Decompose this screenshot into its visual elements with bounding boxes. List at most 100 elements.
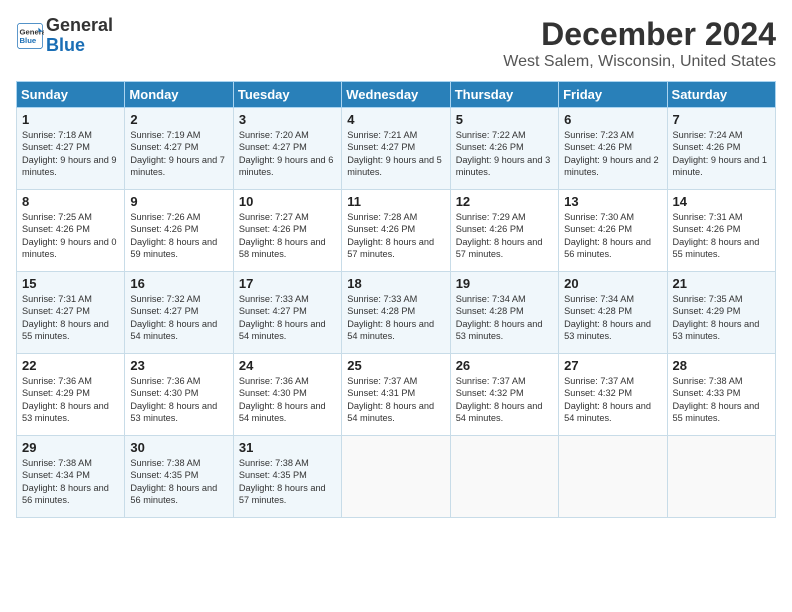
logo: General Blue General Blue bbox=[16, 16, 113, 56]
calendar-cell: 12 Sunrise: 7:29 AMSunset: 4:26 PMDaylig… bbox=[450, 190, 558, 272]
day-number: 2 bbox=[130, 112, 228, 127]
calendar-cell: 13 Sunrise: 7:30 AMSunset: 4:26 PMDaylig… bbox=[559, 190, 667, 272]
day-number: 23 bbox=[130, 358, 228, 373]
calendar-cell: 4 Sunrise: 7:21 AMSunset: 4:27 PMDayligh… bbox=[342, 108, 450, 190]
calendar-cell: 20 Sunrise: 7:34 AMSunset: 4:28 PMDaylig… bbox=[559, 272, 667, 354]
svg-text:General: General bbox=[20, 27, 45, 36]
calendar-body: 1 Sunrise: 7:18 AMSunset: 4:27 PMDayligh… bbox=[17, 108, 776, 518]
day-detail: Sunrise: 7:36 AMSunset: 4:30 PMDaylight:… bbox=[239, 375, 337, 425]
day-number: 26 bbox=[456, 358, 554, 373]
calendar-table: SundayMondayTuesdayWednesdayThursdayFrid… bbox=[16, 81, 776, 518]
day-header-monday: Monday bbox=[125, 82, 233, 108]
day-number: 4 bbox=[347, 112, 445, 127]
day-number: 7 bbox=[673, 112, 771, 127]
calendar-page: General Blue General Blue December 2024 … bbox=[0, 0, 792, 612]
day-detail: Sunrise: 7:25 AMSunset: 4:26 PMDaylight:… bbox=[22, 211, 120, 261]
day-number: 27 bbox=[564, 358, 662, 373]
day-number: 22 bbox=[22, 358, 120, 373]
calendar-cell: 3 Sunrise: 7:20 AMSunset: 4:27 PMDayligh… bbox=[233, 108, 341, 190]
calendar-cell: 15 Sunrise: 7:31 AMSunset: 4:27 PMDaylig… bbox=[17, 272, 125, 354]
day-number: 8 bbox=[22, 194, 120, 209]
calendar-cell: 17 Sunrise: 7:33 AMSunset: 4:27 PMDaylig… bbox=[233, 272, 341, 354]
day-detail: Sunrise: 7:26 AMSunset: 4:26 PMDaylight:… bbox=[130, 211, 228, 261]
day-detail: Sunrise: 7:18 AMSunset: 4:27 PMDaylight:… bbox=[22, 129, 120, 179]
calendar-cell: 1 Sunrise: 7:18 AMSunset: 4:27 PMDayligh… bbox=[17, 108, 125, 190]
title-block: December 2024 West Salem, Wisconsin, Uni… bbox=[503, 16, 776, 71]
day-detail: Sunrise: 7:34 AMSunset: 4:28 PMDaylight:… bbox=[456, 293, 554, 343]
day-detail: Sunrise: 7:38 AMSunset: 4:34 PMDaylight:… bbox=[22, 457, 120, 507]
calendar-cell: 8 Sunrise: 7:25 AMSunset: 4:26 PMDayligh… bbox=[17, 190, 125, 272]
calendar-cell: 2 Sunrise: 7:19 AMSunset: 4:27 PMDayligh… bbox=[125, 108, 233, 190]
day-detail: Sunrise: 7:20 AMSunset: 4:27 PMDaylight:… bbox=[239, 129, 337, 179]
day-detail: Sunrise: 7:22 AMSunset: 4:26 PMDaylight:… bbox=[456, 129, 554, 179]
day-number: 30 bbox=[130, 440, 228, 455]
calendar-cell: 31 Sunrise: 7:38 AMSunset: 4:35 PMDaylig… bbox=[233, 436, 341, 518]
day-number: 9 bbox=[130, 194, 228, 209]
day-number: 6 bbox=[564, 112, 662, 127]
day-detail: Sunrise: 7:24 AMSunset: 4:26 PMDaylight:… bbox=[673, 129, 771, 179]
month-title: December 2024 bbox=[503, 16, 776, 53]
week-row-4: 22 Sunrise: 7:36 AMSunset: 4:29 PMDaylig… bbox=[17, 354, 776, 436]
day-number: 3 bbox=[239, 112, 337, 127]
week-row-1: 1 Sunrise: 7:18 AMSunset: 4:27 PMDayligh… bbox=[17, 108, 776, 190]
svg-text:Blue: Blue bbox=[20, 36, 37, 45]
calendar-cell: 24 Sunrise: 7:36 AMSunset: 4:30 PMDaylig… bbox=[233, 354, 341, 436]
logo-icon: General Blue bbox=[16, 22, 44, 50]
week-row-2: 8 Sunrise: 7:25 AMSunset: 4:26 PMDayligh… bbox=[17, 190, 776, 272]
location: West Salem, Wisconsin, United States bbox=[503, 53, 776, 71]
day-detail: Sunrise: 7:31 AMSunset: 4:27 PMDaylight:… bbox=[22, 293, 120, 343]
calendar-cell: 19 Sunrise: 7:34 AMSunset: 4:28 PMDaylig… bbox=[450, 272, 558, 354]
day-detail: Sunrise: 7:31 AMSunset: 4:26 PMDaylight:… bbox=[673, 211, 771, 261]
day-detail: Sunrise: 7:38 AMSunset: 4:35 PMDaylight:… bbox=[130, 457, 228, 507]
calendar-cell: 6 Sunrise: 7:23 AMSunset: 4:26 PMDayligh… bbox=[559, 108, 667, 190]
day-detail: Sunrise: 7:34 AMSunset: 4:28 PMDaylight:… bbox=[564, 293, 662, 343]
calendar-cell: 29 Sunrise: 7:38 AMSunset: 4:34 PMDaylig… bbox=[17, 436, 125, 518]
calendar-cell: 25 Sunrise: 7:37 AMSunset: 4:31 PMDaylig… bbox=[342, 354, 450, 436]
day-detail: Sunrise: 7:37 AMSunset: 4:32 PMDaylight:… bbox=[564, 375, 662, 425]
day-detail: Sunrise: 7:29 AMSunset: 4:26 PMDaylight:… bbox=[456, 211, 554, 261]
calendar-cell: 18 Sunrise: 7:33 AMSunset: 4:28 PMDaylig… bbox=[342, 272, 450, 354]
day-number: 21 bbox=[673, 276, 771, 291]
calendar-cell bbox=[450, 436, 558, 518]
calendar-cell: 23 Sunrise: 7:36 AMSunset: 4:30 PMDaylig… bbox=[125, 354, 233, 436]
day-detail: Sunrise: 7:28 AMSunset: 4:26 PMDaylight:… bbox=[347, 211, 445, 261]
day-number: 15 bbox=[22, 276, 120, 291]
day-header-wednesday: Wednesday bbox=[342, 82, 450, 108]
day-header-tuesday: Tuesday bbox=[233, 82, 341, 108]
day-header-saturday: Saturday bbox=[667, 82, 775, 108]
day-number: 5 bbox=[456, 112, 554, 127]
day-number: 31 bbox=[239, 440, 337, 455]
day-number: 12 bbox=[456, 194, 554, 209]
day-detail: Sunrise: 7:38 AMSunset: 4:33 PMDaylight:… bbox=[673, 375, 771, 425]
calendar-cell: 27 Sunrise: 7:37 AMSunset: 4:32 PMDaylig… bbox=[559, 354, 667, 436]
day-detail: Sunrise: 7:35 AMSunset: 4:29 PMDaylight:… bbox=[673, 293, 771, 343]
calendar-cell: 26 Sunrise: 7:37 AMSunset: 4:32 PMDaylig… bbox=[450, 354, 558, 436]
calendar-cell: 30 Sunrise: 7:38 AMSunset: 4:35 PMDaylig… bbox=[125, 436, 233, 518]
day-detail: Sunrise: 7:33 AMSunset: 4:28 PMDaylight:… bbox=[347, 293, 445, 343]
day-detail: Sunrise: 7:37 AMSunset: 4:32 PMDaylight:… bbox=[456, 375, 554, 425]
day-number: 17 bbox=[239, 276, 337, 291]
day-number: 10 bbox=[239, 194, 337, 209]
day-number: 29 bbox=[22, 440, 120, 455]
calendar-cell bbox=[667, 436, 775, 518]
calendar-cell: 16 Sunrise: 7:32 AMSunset: 4:27 PMDaylig… bbox=[125, 272, 233, 354]
calendar-cell: 9 Sunrise: 7:26 AMSunset: 4:26 PMDayligh… bbox=[125, 190, 233, 272]
calendar-cell: 21 Sunrise: 7:35 AMSunset: 4:29 PMDaylig… bbox=[667, 272, 775, 354]
day-detail: Sunrise: 7:21 AMSunset: 4:27 PMDaylight:… bbox=[347, 129, 445, 179]
day-number: 19 bbox=[456, 276, 554, 291]
day-header-sunday: Sunday bbox=[17, 82, 125, 108]
calendar-cell: 7 Sunrise: 7:24 AMSunset: 4:26 PMDayligh… bbox=[667, 108, 775, 190]
day-detail: Sunrise: 7:27 AMSunset: 4:26 PMDaylight:… bbox=[239, 211, 337, 261]
calendar-cell: 22 Sunrise: 7:36 AMSunset: 4:29 PMDaylig… bbox=[17, 354, 125, 436]
day-number: 18 bbox=[347, 276, 445, 291]
day-header-friday: Friday bbox=[559, 82, 667, 108]
week-row-3: 15 Sunrise: 7:31 AMSunset: 4:27 PMDaylig… bbox=[17, 272, 776, 354]
day-detail: Sunrise: 7:33 AMSunset: 4:27 PMDaylight:… bbox=[239, 293, 337, 343]
calendar-cell bbox=[342, 436, 450, 518]
week-row-5: 29 Sunrise: 7:38 AMSunset: 4:34 PMDaylig… bbox=[17, 436, 776, 518]
day-header-thursday: Thursday bbox=[450, 82, 558, 108]
day-number: 24 bbox=[239, 358, 337, 373]
day-detail: Sunrise: 7:38 AMSunset: 4:35 PMDaylight:… bbox=[239, 457, 337, 507]
day-number: 11 bbox=[347, 194, 445, 209]
day-number: 16 bbox=[130, 276, 228, 291]
